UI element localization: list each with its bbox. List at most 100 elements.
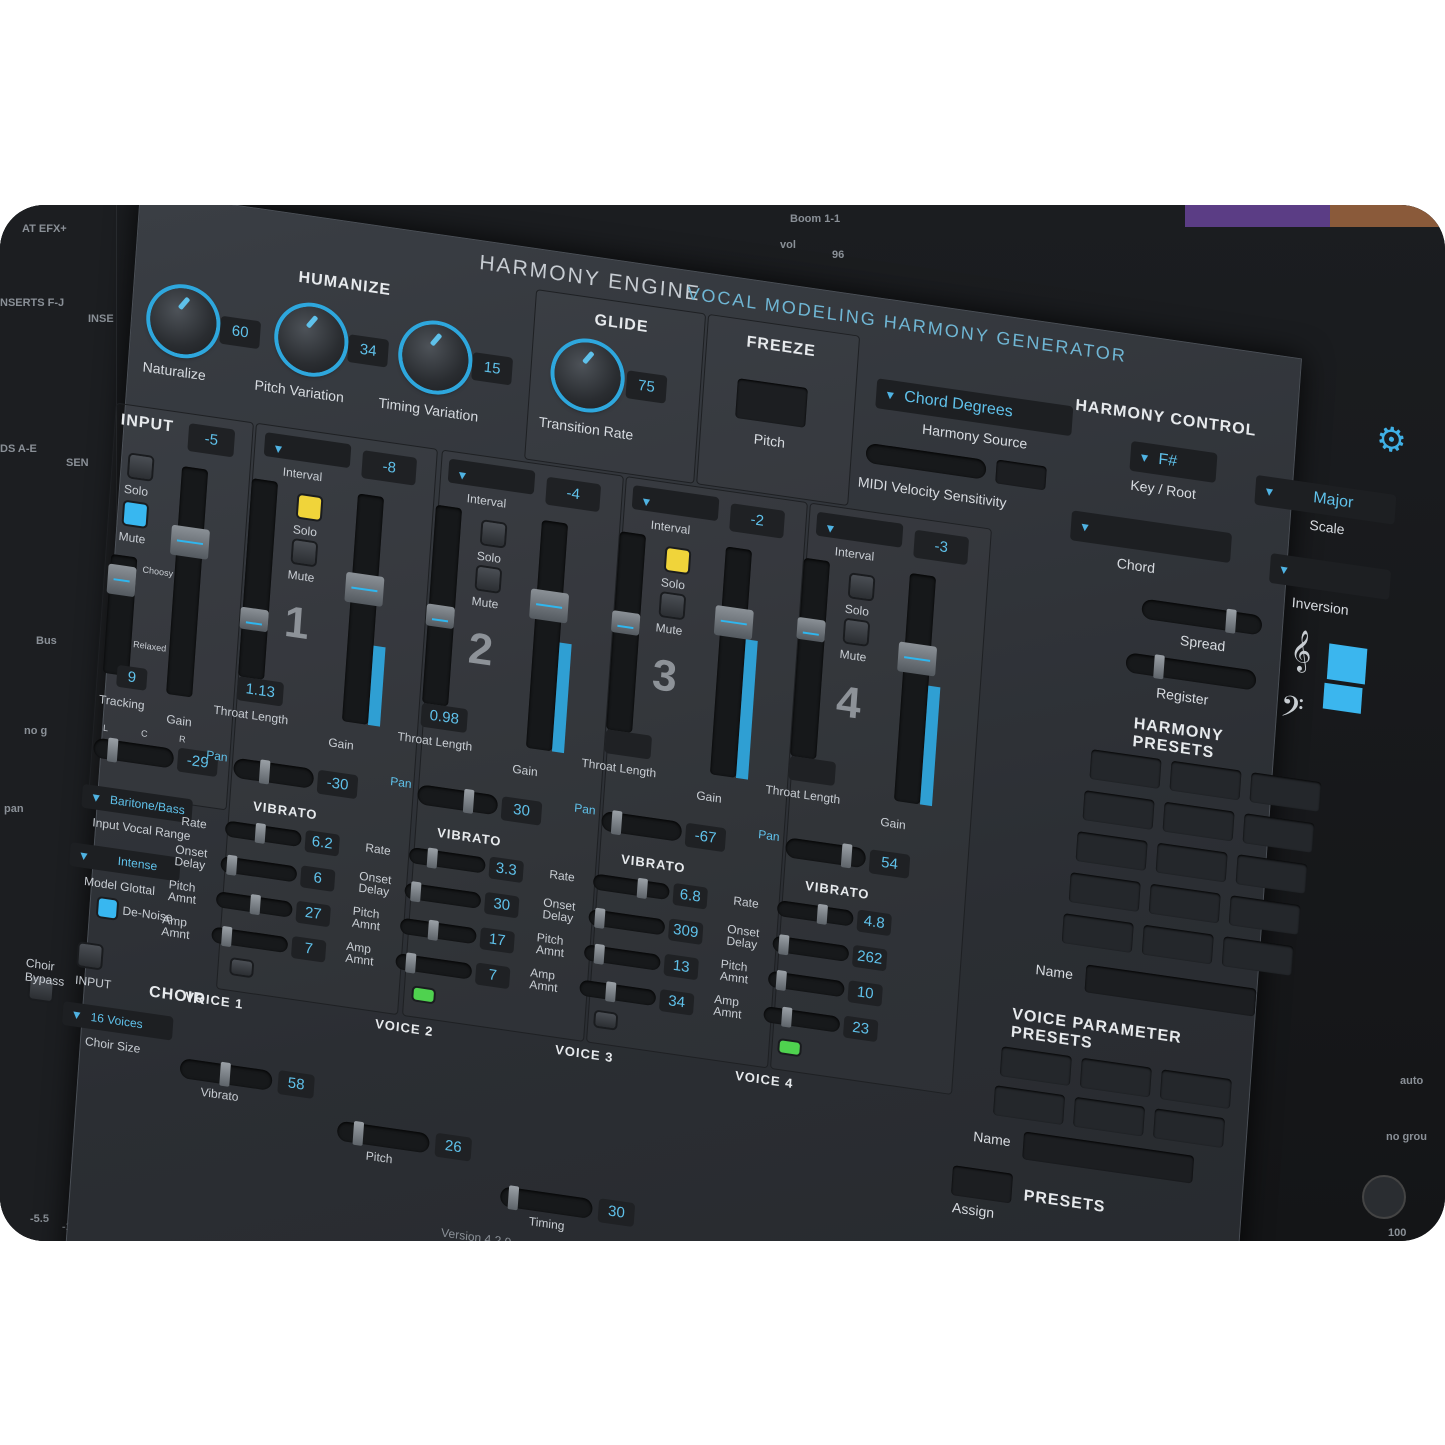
voice-4-amp-handle[interactable] bbox=[781, 1006, 793, 1028]
choir-timing-handle[interactable] bbox=[507, 1185, 520, 1211]
timing-variation-value[interactable]: 15 bbox=[471, 352, 514, 386]
input-solo-button[interactable] bbox=[128, 454, 153, 480]
voice-preset-slot[interactable] bbox=[1079, 1057, 1152, 1098]
harmony-preset-slot[interactable] bbox=[1068, 872, 1141, 912]
voice-4-onset-value[interactable]: 262 bbox=[851, 944, 888, 972]
voice-2-pitch-value[interactable]: 17 bbox=[479, 927, 515, 954]
daw-knob[interactable] bbox=[1362, 1175, 1406, 1219]
spread-slider-handle[interactable] bbox=[1225, 608, 1237, 634]
tracking-fader-cap[interactable] bbox=[106, 563, 137, 598]
midi-velocity-slider[interactable] bbox=[865, 442, 987, 480]
voice-2-onset-handle[interactable] bbox=[410, 881, 422, 903]
bass-register-indicator[interactable] bbox=[1322, 682, 1363, 714]
harmony-preset-slot[interactable] bbox=[1141, 924, 1214, 965]
voice-1-mute-button[interactable] bbox=[292, 540, 317, 566]
key-root-dropdown[interactable]: ▼ F# bbox=[1129, 440, 1218, 483]
voice-4-pitch-value[interactable]: 10 bbox=[847, 980, 883, 1007]
voice-3-pitch-handle[interactable] bbox=[593, 943, 605, 965]
daw-clip-purple[interactable] bbox=[1185, 205, 1330, 227]
input-gain-fader-cap[interactable] bbox=[169, 524, 210, 560]
voice-3-pan-handle[interactable] bbox=[610, 810, 623, 836]
voice-2-throat-cap[interactable] bbox=[425, 603, 456, 630]
choir-pitch-handle[interactable] bbox=[352, 1120, 365, 1147]
voice-3-throat-cap[interactable] bbox=[610, 610, 641, 636]
choir-vibrato-handle[interactable] bbox=[219, 1061, 231, 1087]
pitch-variation-value[interactable]: 34 bbox=[347, 334, 390, 368]
timing-variation-knob[interactable] bbox=[400, 320, 471, 395]
input-pan-handle[interactable] bbox=[106, 737, 119, 763]
tracking-value[interactable]: 9 bbox=[116, 664, 148, 691]
voice-4-pitch-handle[interactable] bbox=[775, 969, 787, 992]
voice-preset-slot[interactable] bbox=[1152, 1108, 1226, 1149]
voice-1-amp-handle[interactable] bbox=[221, 925, 233, 948]
chord-dropdown[interactable]: ▼ bbox=[1069, 510, 1233, 564]
voice-2-solo-button[interactable] bbox=[481, 521, 506, 547]
choir-vibrato-value[interactable]: 58 bbox=[277, 1070, 315, 1099]
voice-4-mute-button[interactable] bbox=[844, 619, 869, 645]
register-slider[interactable] bbox=[1125, 652, 1257, 691]
voice-1-rate-handle[interactable] bbox=[254, 822, 266, 844]
voice-1-amp-value[interactable]: 7 bbox=[290, 935, 327, 963]
voice-1-onset-value[interactable]: 6 bbox=[299, 865, 336, 892]
voice-1-rate-value[interactable]: 6.2 bbox=[304, 829, 340, 857]
choir-timing-value[interactable]: 30 bbox=[597, 1198, 636, 1228]
voice-1-throat-cap[interactable] bbox=[239, 606, 269, 633]
voice-4-pan-handle[interactable] bbox=[840, 843, 853, 869]
voice-1-pitch-value[interactable]: 27 bbox=[295, 900, 331, 928]
voice-3-rate-handle[interactable] bbox=[636, 877, 648, 900]
spread-slider[interactable] bbox=[1141, 598, 1263, 636]
input-mute-button[interactable] bbox=[123, 501, 148, 527]
voice-1-pan-handle[interactable] bbox=[258, 759, 271, 785]
voice-2-mute-button[interactable] bbox=[476, 566, 501, 592]
midi-velocity-value[interactable] bbox=[995, 459, 1047, 491]
voice-4-amp-value[interactable]: 23 bbox=[842, 1015, 879, 1043]
choir-input-button[interactable] bbox=[78, 943, 102, 969]
daw-label[interactable]: Bus bbox=[36, 635, 57, 647]
voice-2-rate-handle[interactable] bbox=[426, 847, 438, 869]
voice-preset-slot[interactable] bbox=[999, 1046, 1072, 1086]
choir-vibrato-slider[interactable] bbox=[179, 1057, 273, 1091]
voice-4-solo-button[interactable] bbox=[849, 574, 874, 600]
voice-3-onset-value[interactable]: 309 bbox=[667, 918, 704, 945]
voice-2-rate-value[interactable]: 3.3 bbox=[488, 856, 524, 884]
naturalize-value[interactable]: 60 bbox=[219, 315, 262, 350]
voice-2-amp-value[interactable]: 7 bbox=[474, 962, 511, 990]
voice-4-throat-cap[interactable] bbox=[796, 616, 826, 643]
daw-clip-orange[interactable] bbox=[1330, 205, 1445, 227]
harmony-preset-slot[interactable] bbox=[1089, 749, 1162, 789]
voice-3-enable-button[interactable] bbox=[595, 1011, 617, 1029]
voice-2-amp-handle[interactable] bbox=[405, 952, 417, 974]
harmony-preset-slot[interactable] bbox=[1155, 842, 1228, 883]
harmony-preset-slot[interactable] bbox=[1082, 790, 1155, 830]
harmony-preset-slot[interactable] bbox=[1162, 801, 1235, 842]
harmony-preset-slot[interactable] bbox=[1169, 760, 1242, 801]
treble-register-indicator[interactable] bbox=[1326, 643, 1368, 685]
pitch-variation-knob[interactable] bbox=[276, 302, 347, 378]
voice-4-gain-cap[interactable] bbox=[897, 641, 938, 677]
voice-2-gain-cap[interactable] bbox=[529, 588, 570, 624]
harmony-preset-name-field[interactable] bbox=[1084, 964, 1257, 1017]
voice-1-enable-button[interactable] bbox=[231, 959, 253, 977]
harmony-preset-slot[interactable] bbox=[1075, 831, 1148, 871]
voice-2-pitch-handle[interactable] bbox=[427, 919, 439, 941]
choir-pitch-slider[interactable] bbox=[336, 1120, 430, 1154]
voice-2-pan-handle[interactable] bbox=[462, 788, 475, 814]
transition-rate-value[interactable]: 75 bbox=[625, 370, 668, 404]
voice-preset-slot[interactable] bbox=[1159, 1069, 1232, 1110]
harmony-preset-slot[interactable] bbox=[1061, 913, 1134, 953]
choir-timing-slider[interactable] bbox=[499, 1185, 594, 1220]
voice-3-amp-handle[interactable] bbox=[605, 981, 617, 1003]
voice-1-onset-handle[interactable] bbox=[226, 854, 238, 876]
harmony-preset-slot[interactable] bbox=[1148, 883, 1221, 924]
naturalize-knob[interactable] bbox=[148, 283, 219, 359]
voice-3-gain-cap[interactable] bbox=[713, 604, 754, 641]
voice-4-rate-handle[interactable] bbox=[816, 903, 828, 925]
voice-3-solo-button[interactable] bbox=[665, 547, 690, 573]
voice-3-amp-value[interactable]: 34 bbox=[658, 988, 695, 1016]
voice-1-solo-button[interactable] bbox=[297, 494, 322, 520]
voice-3-mute-button[interactable] bbox=[660, 593, 685, 619]
voice-4-rate-value[interactable]: 4.8 bbox=[856, 909, 892, 937]
voice-preset-slot[interactable] bbox=[1072, 1096, 1146, 1137]
voice-3-onset-handle[interactable] bbox=[594, 907, 606, 929]
assign-button[interactable] bbox=[950, 1165, 1014, 1204]
